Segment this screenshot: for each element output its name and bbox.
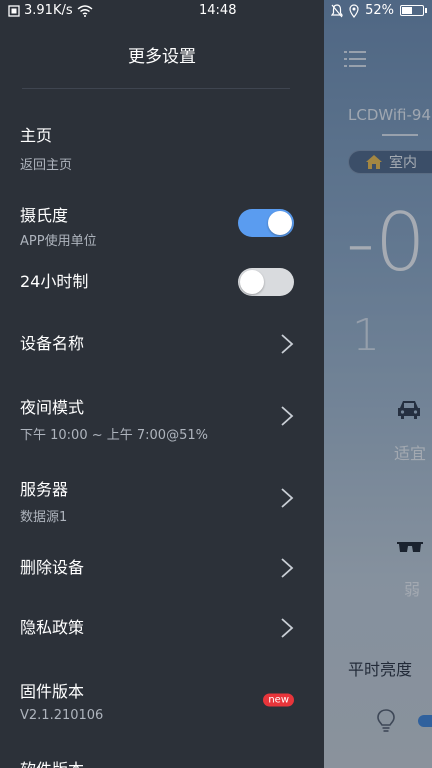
menu-item-label: 软件版本 [20,756,304,768]
menu-item-label: 删除设备 [20,558,85,577]
toggle-knob [240,270,264,294]
menu-item-night-mode[interactable]: 夜间模式 下午 10:00 ~ 上午 7:00@51% [20,394,304,443]
menu-item-label: 夜间模式 [20,398,85,417]
menu-item-home[interactable]: 主页 返回主页 [20,122,304,173]
new-badge: new [263,693,294,707]
menu-item-delete-device[interactable]: 删除设备 [20,556,304,580]
menu-item-firmware-version[interactable]: 固件版本 V2.1.210106 new [20,678,304,723]
menu-item-label: 设备名称 [20,334,85,353]
screenshot-icon [8,4,20,17]
toggle-knob [268,211,292,235]
location-icon [349,3,359,18]
network-speed: 3.91K/s [24,3,73,18]
dim-overlay [324,0,432,768]
chevron-right-icon [281,334,294,354]
chevron-right-icon [281,618,294,638]
menu-item-label: 隐私政策 [20,618,85,637]
menu-item-sub: 下午 10:00 ~ 上午 7:00@51% [20,428,208,443]
battery-fill [402,7,412,14]
chevron-right-icon [281,558,294,578]
menu-item-sub: 数据源1 [20,510,68,525]
settings-drawer: 更多设置 主页 返回主页 摄氏度 APP使用单位 24小时制 设备名称 夜间模式… [0,0,324,768]
menu-item-device-name[interactable]: 设备名称 [20,332,304,356]
24h-toggle[interactable] [238,268,294,296]
menu-item-privacy-policy[interactable]: 隐私政策 [20,616,304,640]
menu-item-celsius: 摄氏度 APP使用单位 [20,202,304,249]
background-app-panel: LCDWifi-94 室内 -0 1 适宜 弱 平时亮度 [324,0,432,768]
status-bar: 3.91K/s 14:48 52% [0,0,432,24]
menu-item-sub: V2.1.210106 [20,708,104,723]
menu-item-24h: 24小时制 [20,268,304,296]
drawer-title: 更多设置 [128,47,196,67]
battery-icon [400,5,427,16]
status-time: 14:48 [199,3,237,18]
celsius-toggle[interactable] [238,209,294,237]
menu-item-label: 主页 [20,126,53,145]
menu-item-sub: 返回主页 [20,158,73,173]
title-divider [22,88,290,89]
menu-item-label: 服务器 [20,480,69,499]
chevron-right-icon [281,488,294,508]
menu-item-label: 固件版本 [20,682,85,701]
battery-percent: 52% [365,3,394,18]
menu-item-server[interactable]: 服务器 数据源1 [20,476,304,525]
silent-icon [331,3,344,17]
menu-item-software-version[interactable]: 软件版本 [20,756,304,768]
wifi-icon [77,4,93,17]
chevron-right-icon [281,406,294,426]
